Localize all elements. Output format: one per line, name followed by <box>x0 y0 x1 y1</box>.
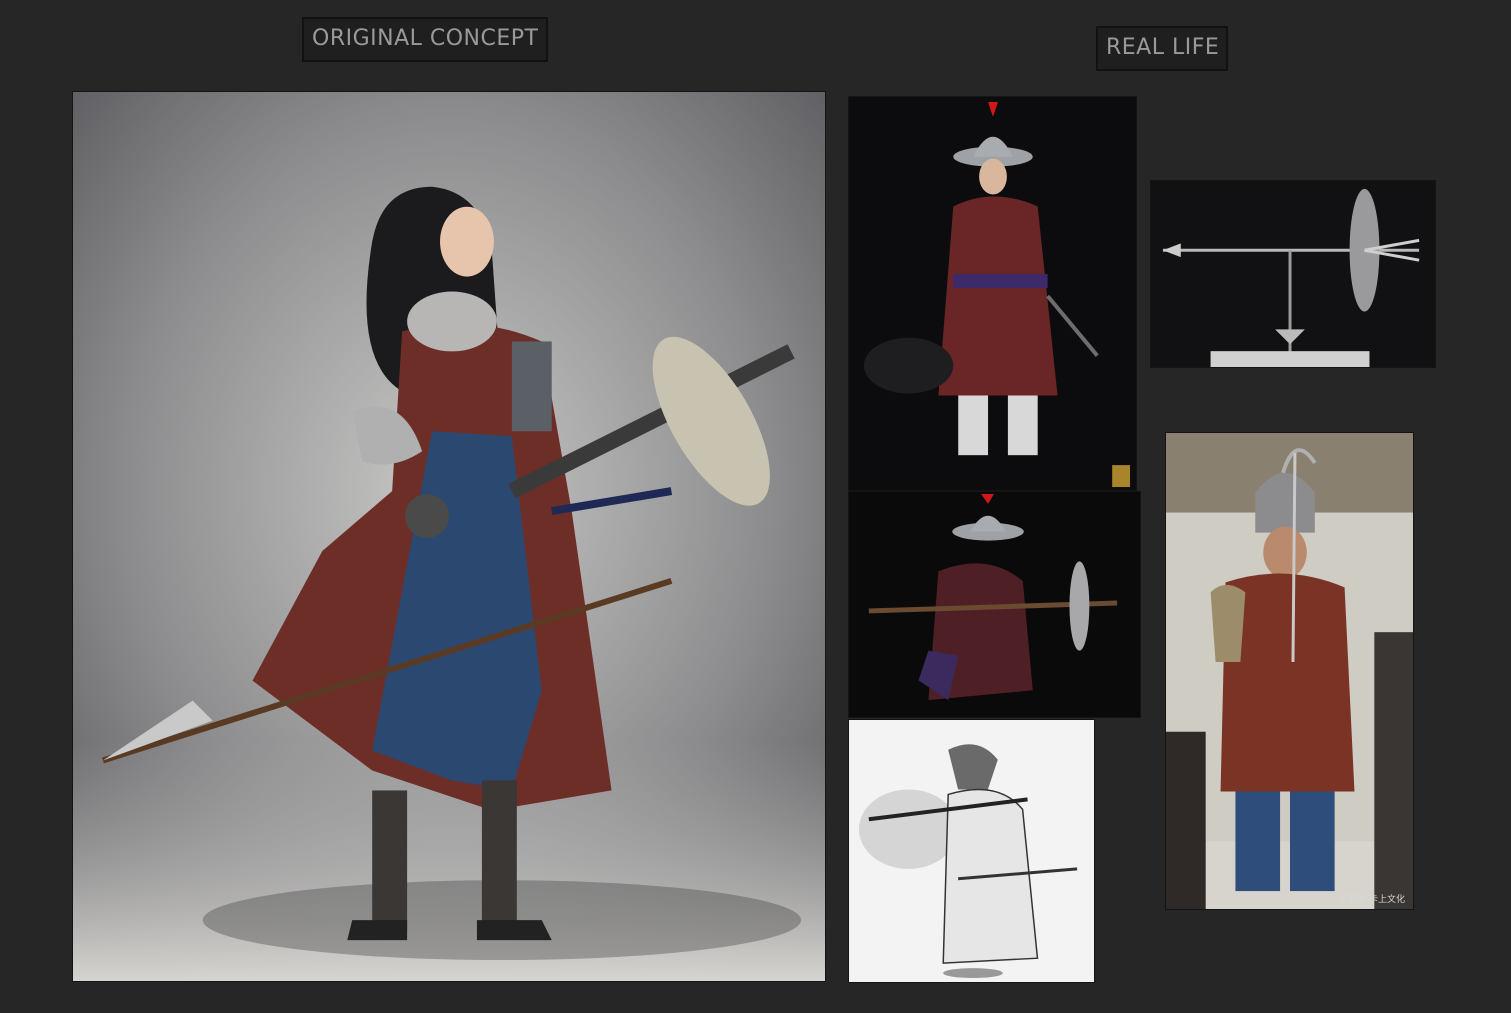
action-figure-standing-image <box>848 96 1137 491</box>
armored-man-photo-image: 李曼墨·卡上文化 <box>1165 432 1414 910</box>
shield-gun-model-image <box>1150 180 1436 368</box>
photo-watermark: 李曼墨·卡上文化 <box>1339 895 1405 905</box>
real-life-label: REAL LIFE <box>1096 26 1228 71</box>
original-concept-label: ORIGINAL CONCEPT <box>302 17 548 62</box>
ink-sketch-image <box>848 719 1095 983</box>
concept-art-image <box>72 91 826 982</box>
action-figure-kneeling-image <box>848 491 1141 718</box>
